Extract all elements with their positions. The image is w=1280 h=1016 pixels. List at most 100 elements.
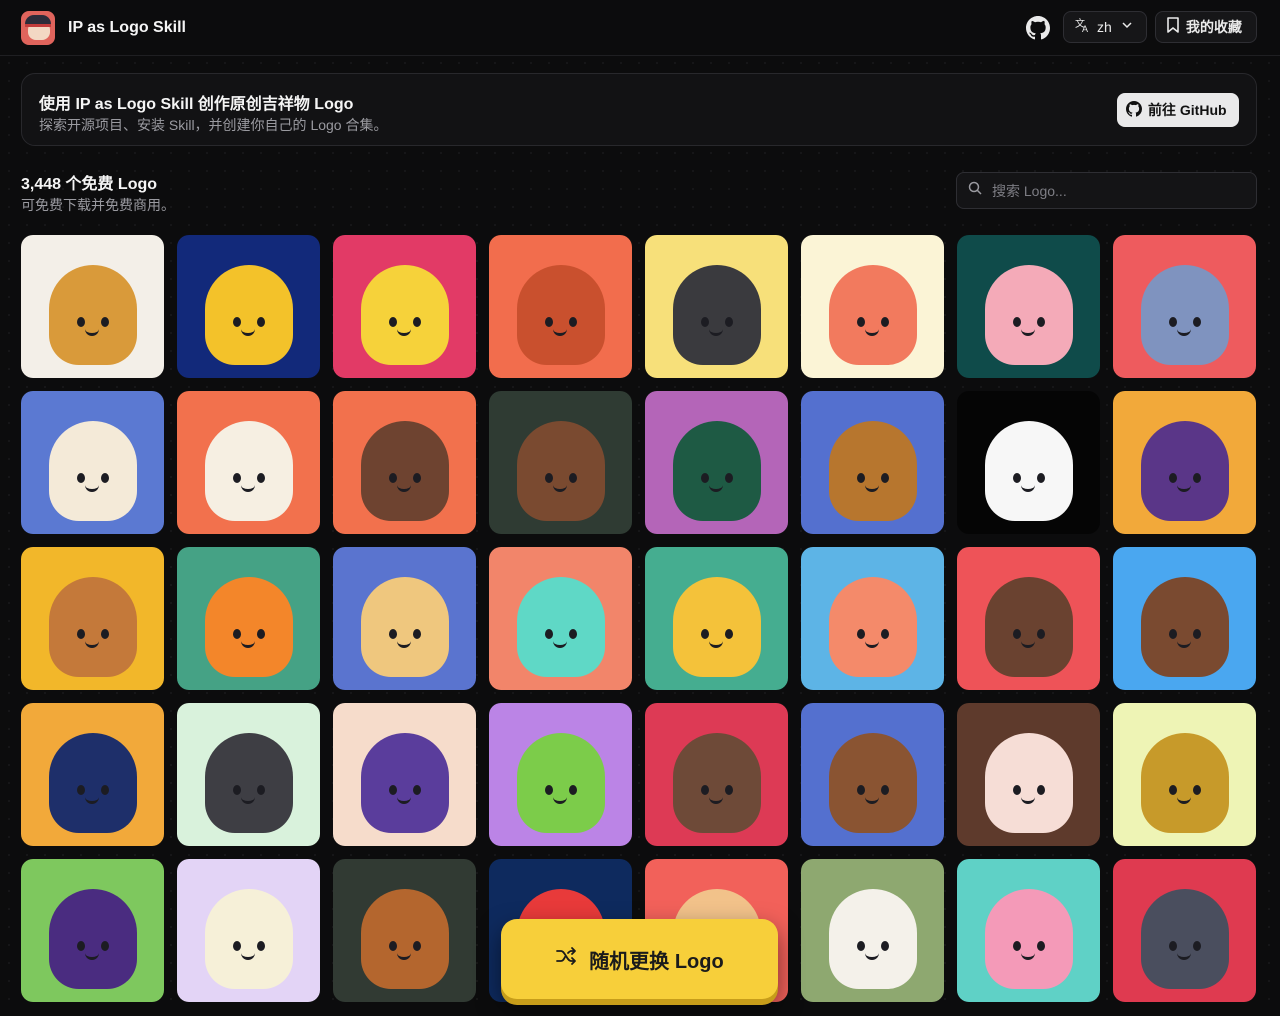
mascot-eye (1013, 317, 1021, 327)
logo-tile[interactable] (21, 547, 164, 690)
mascot-eye (389, 473, 397, 483)
logo-tile[interactable] (333, 547, 476, 690)
language-selector[interactable]: 文A zh (1063, 11, 1147, 43)
logo-tile[interactable] (177, 235, 320, 378)
logo-tile[interactable] (645, 547, 788, 690)
mascot-illustration (205, 733, 293, 833)
logo-tile[interactable] (333, 859, 476, 1002)
logo-tile[interactable] (21, 703, 164, 846)
mascot-eye (1193, 785, 1201, 795)
mascot-illustration (49, 733, 137, 833)
logo-tile[interactable] (21, 391, 164, 534)
mascot-illustration (1141, 421, 1229, 521)
go-to-github-button[interactable]: 前往 GitHub (1117, 93, 1239, 127)
search-input[interactable] (990, 181, 1244, 200)
mascot-eye (389, 317, 397, 327)
logo-tile[interactable] (1113, 391, 1256, 534)
logo-tile[interactable] (333, 235, 476, 378)
mascot-illustration (1141, 889, 1229, 989)
mascot-eye (1037, 317, 1045, 327)
mascot-eye (1193, 629, 1201, 639)
mascot-illustration (205, 265, 293, 365)
mascot-illustration (517, 577, 605, 677)
mascot-eye (77, 317, 85, 327)
mascot-illustration (361, 421, 449, 521)
logo-tile[interactable] (957, 859, 1100, 1002)
favorites-label: 我的收藏 (1186, 19, 1242, 35)
random-logo-button[interactable]: 随机更换 Logo (501, 919, 778, 999)
mascot-eye (77, 785, 85, 795)
mascot-eye (413, 629, 421, 639)
logo-tile[interactable] (177, 547, 320, 690)
mascot-illustration (361, 889, 449, 989)
mascot-illustration (517, 265, 605, 365)
logo-tile[interactable] (957, 547, 1100, 690)
logo-tile[interactable] (645, 703, 788, 846)
favorites-button[interactable]: 我的收藏 (1155, 11, 1257, 43)
logo-tile[interactable] (489, 547, 632, 690)
logo-tile[interactable] (333, 391, 476, 534)
mascot-eye (77, 629, 85, 639)
mascot-eye (233, 473, 241, 483)
logo-tile[interactable] (177, 391, 320, 534)
logo-tile[interactable] (333, 703, 476, 846)
mascot-eye (1169, 629, 1177, 639)
logo-tile[interactable] (957, 235, 1100, 378)
mascot-illustration (985, 265, 1073, 365)
mascot-eye (257, 317, 265, 327)
logo-tile[interactable] (1113, 235, 1256, 378)
mascot-eye (545, 629, 553, 639)
chevron-down-icon (1121, 18, 1133, 36)
logo-tile[interactable] (21, 235, 164, 378)
logo-tile[interactable] (21, 859, 164, 1002)
logo-tile[interactable] (801, 391, 944, 534)
translate-icon: 文A (1075, 17, 1091, 38)
logo-tile[interactable] (1113, 703, 1256, 846)
mascot-illustration (673, 733, 761, 833)
logo-tile[interactable] (957, 391, 1100, 534)
logo-tile[interactable] (801, 703, 944, 846)
mascot-illustration (829, 265, 917, 365)
logo-tile[interactable] (801, 547, 944, 690)
mascot-eye (881, 785, 889, 795)
bookmark-icon (1166, 16, 1180, 38)
logo-count-subtitle: 可免费下载并免费商用。 (21, 197, 175, 213)
logo-tile[interactable] (1113, 547, 1256, 690)
mascot-eye (725, 317, 733, 327)
mascot-eye (413, 785, 421, 795)
mascot-eye (257, 473, 265, 483)
mascot-eye (1013, 629, 1021, 639)
github-icon[interactable] (1026, 16, 1050, 40)
mascot-eye (101, 317, 109, 327)
mascot-illustration (205, 889, 293, 989)
logo-tile[interactable] (957, 703, 1100, 846)
mascot-illustration (985, 577, 1073, 677)
mascot-eye (857, 629, 865, 639)
mascot-illustration (829, 577, 917, 677)
search-box[interactable] (956, 172, 1257, 209)
mascot-eye (569, 317, 577, 327)
logo-count-title: 3,448 个免费 Logo (21, 176, 158, 193)
mascot-illustration (1141, 733, 1229, 833)
logo-tile[interactable] (489, 235, 632, 378)
mascot-illustration (49, 265, 137, 365)
logo-tile[interactable] (489, 703, 632, 846)
logo-tile[interactable] (801, 859, 944, 1002)
mascot-eye (1013, 473, 1021, 483)
mascot-eye (881, 629, 889, 639)
logo-tile[interactable] (177, 859, 320, 1002)
logo-tile[interactable] (1113, 859, 1256, 1002)
mascot-eye (881, 473, 889, 483)
mascot-eye (569, 473, 577, 483)
logo-tile[interactable] (645, 391, 788, 534)
logo-tile[interactable] (489, 391, 632, 534)
mascot-eye (257, 941, 265, 951)
mascot-eye (101, 629, 109, 639)
mascot-eye (881, 941, 889, 951)
mascot-eye (857, 317, 865, 327)
brand-link[interactable]: IP as Logo Skill (21, 11, 186, 45)
logo-tile[interactable] (645, 235, 788, 378)
logo-tile[interactable] (177, 703, 320, 846)
mascot-illustration (49, 889, 137, 989)
logo-tile[interactable] (801, 235, 944, 378)
